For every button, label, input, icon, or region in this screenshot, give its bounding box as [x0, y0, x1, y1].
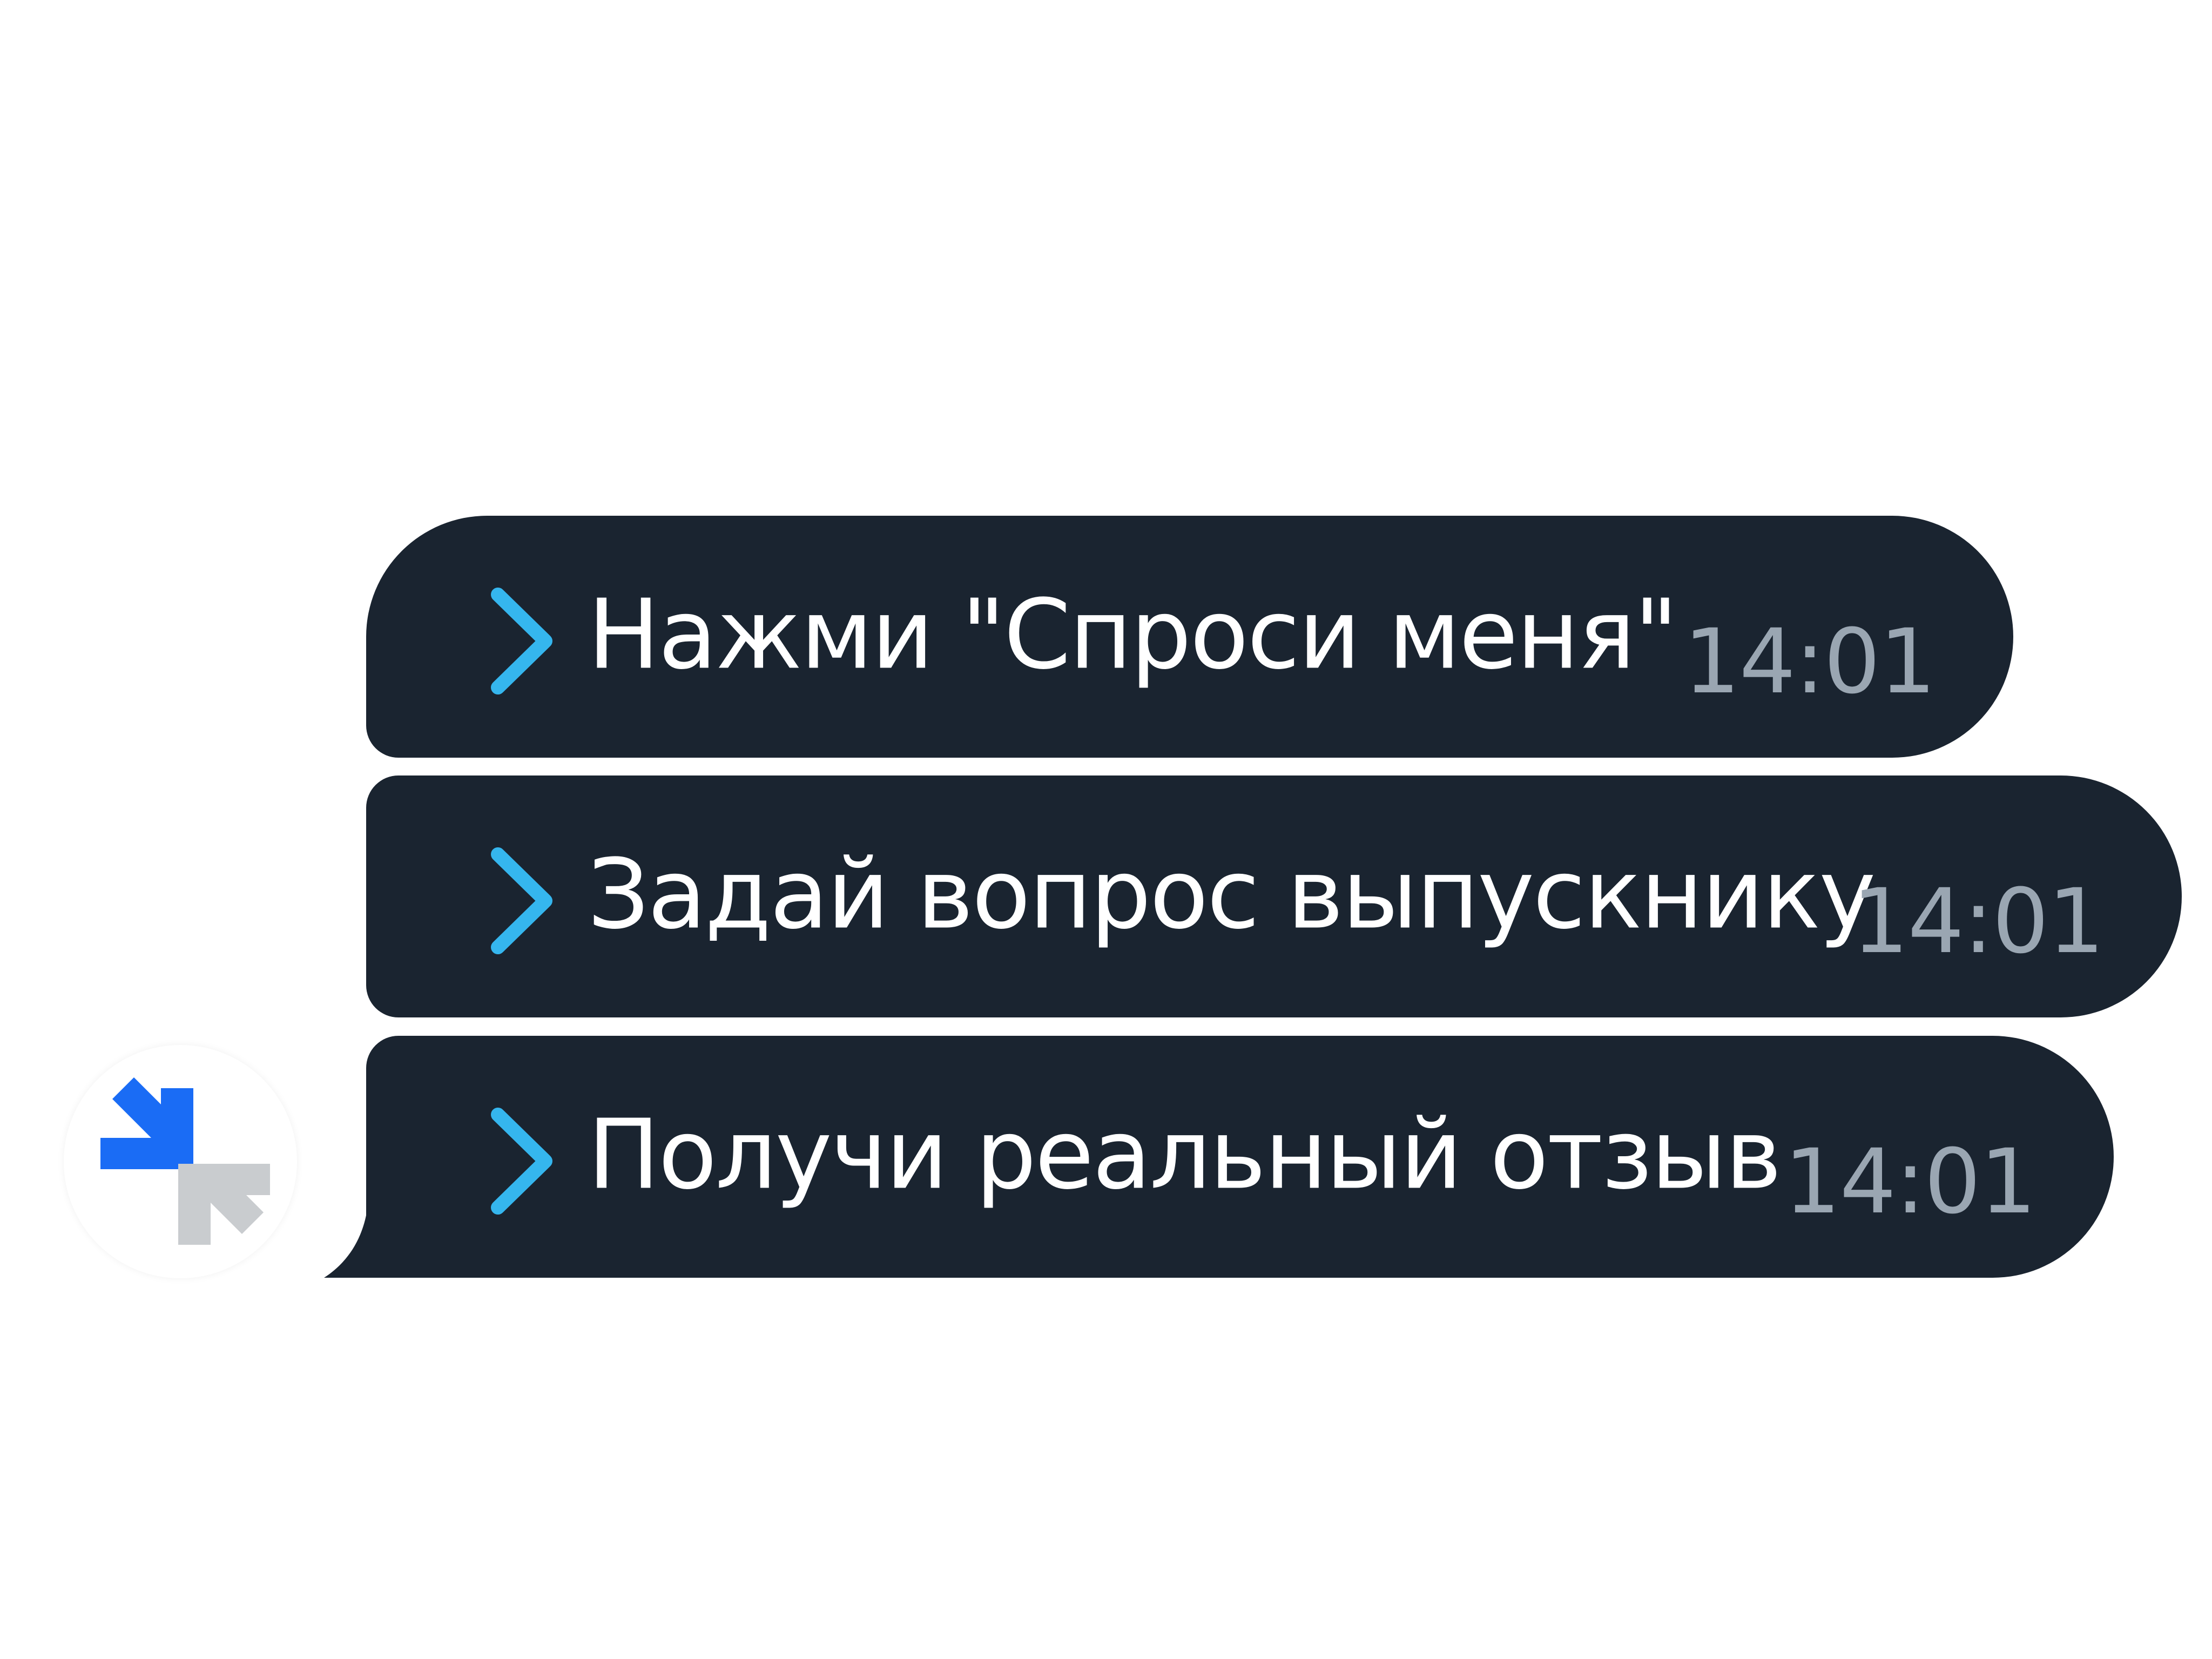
message-time: 14:01 — [1683, 610, 1936, 713]
message-time: 14:01 — [1852, 869, 2105, 973]
message-text: Получи реальный отзыв — [588, 1098, 1782, 1211]
bubble-tail — [324, 1210, 400, 1278]
message-bubble[interactable]: Нажми "Спроси меня" 14:01 — [366, 516, 2013, 758]
chat-area: Нажми "Спроси меня" 14:01 Задай вопрос в… — [0, 0, 2212, 1659]
message-bubble[interactable]: Задай вопрос выпускнику 14:01 — [366, 775, 2182, 1017]
message-bubble[interactable]: Получи реальный отзыв 14:01 — [366, 1036, 2114, 1278]
message-text: Задай вопрос выпускнику — [588, 838, 1876, 950]
chevron-right-icon — [491, 588, 552, 694]
chevron-right-icon — [491, 1108, 552, 1215]
avatar[interactable] — [64, 1045, 297, 1278]
collapse-arrows-logo-icon — [100, 1077, 270, 1245]
message-text: Нажми "Спроси меня" — [588, 578, 1678, 691]
chevron-right-icon — [491, 847, 552, 954]
message-time: 14:01 — [1784, 1130, 2036, 1233]
